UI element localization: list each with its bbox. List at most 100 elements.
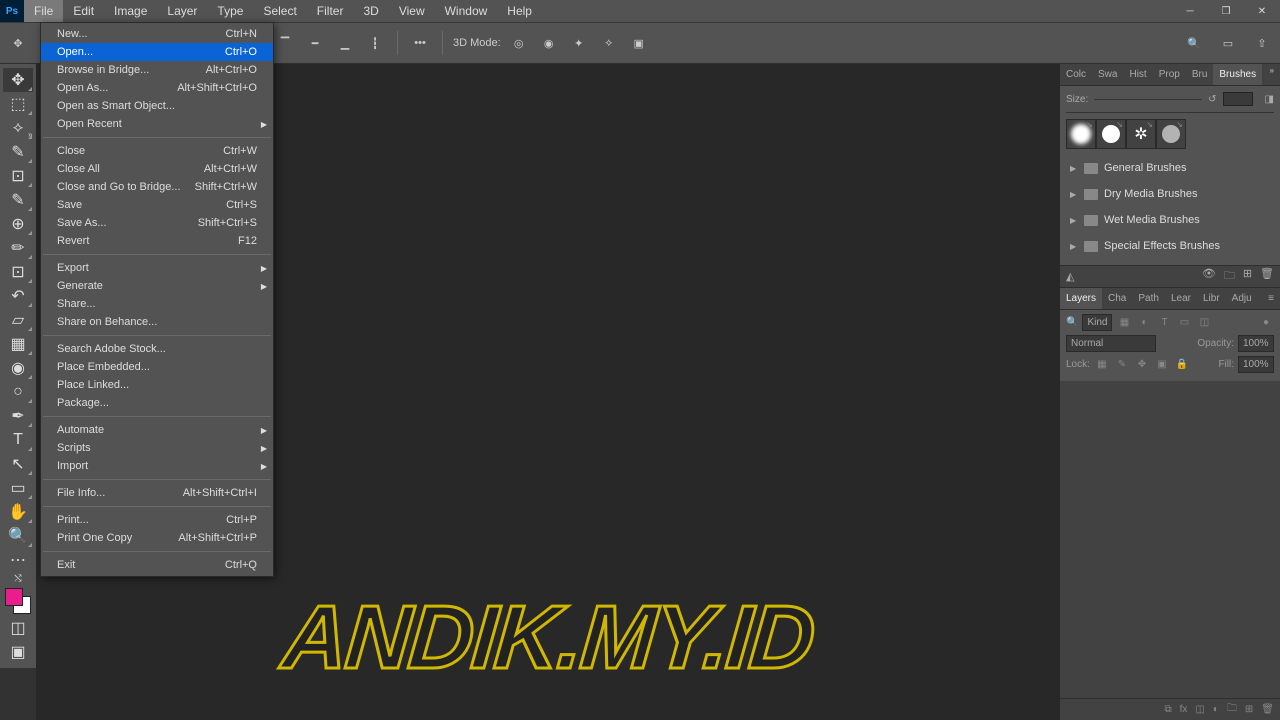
tab-colc[interactable]: Colc	[1060, 64, 1092, 85]
foreground-color[interactable]	[5, 588, 23, 606]
layer-style-icon[interactable]: fx	[1180, 704, 1188, 715]
tab-layers[interactable]: Layers	[1060, 288, 1102, 309]
tab-libr[interactable]: Libr	[1197, 288, 1226, 309]
brush-preset-soft-round[interactable]	[1066, 119, 1096, 149]
distribute-v-icon[interactable]: ┇	[363, 31, 387, 55]
minimize-button[interactable]: ─	[1172, 0, 1208, 22]
menu-item-exit[interactable]: ExitCtrl+Q	[41, 556, 273, 574]
menubar-item-filter[interactable]: Filter	[307, 0, 354, 22]
tab-adju[interactable]: Adju	[1226, 288, 1258, 309]
menu-item-package[interactable]: Package...	[41, 394, 273, 412]
menu-item-file-info[interactable]: File Info...Alt+Shift+Ctrl+I	[41, 484, 273, 502]
panel-menu-icon[interactable]: ≡	[1262, 288, 1280, 309]
live-tip-icon[interactable]: ◨	[1265, 94, 1274, 105]
brush-folder-wet-media-brushes[interactable]: ▶Wet Media Brushes	[1066, 207, 1274, 233]
lock-artboard-icon[interactable]: ▣	[1154, 357, 1170, 373]
3d-camera-icon[interactable]: ▣	[627, 31, 651, 55]
brush-preset-hard-round[interactable]	[1096, 119, 1126, 149]
lock-image-icon[interactable]: ✎	[1114, 357, 1130, 373]
brush-size-input[interactable]	[1223, 92, 1253, 106]
quick-mask-tool[interactable]: ◫	[3, 616, 33, 640]
adjustment-layer-icon[interactable]: ◐	[1213, 704, 1219, 715]
menu-item-export[interactable]: Export▶	[41, 259, 273, 277]
menu-item-revert[interactable]: RevertF12	[41, 232, 273, 250]
type-tool[interactable]: T	[3, 428, 33, 452]
tab-path[interactable]: Path	[1132, 288, 1165, 309]
menu-item-open-as-smart-object[interactable]: Open as Smart Object...	[41, 97, 273, 115]
lock-all-icon[interactable]: 🔒	[1174, 357, 1190, 373]
menu-item-share[interactable]: Share...	[41, 295, 273, 313]
eyedropper-tool[interactable]: ✎	[3, 188, 33, 212]
tab-brushes[interactable]: Brushes	[1213, 64, 1262, 85]
menubar-item-select[interactable]: Select	[253, 0, 306, 22]
rectangular-marquee-tool[interactable]: ⬚	[3, 92, 33, 116]
menubar-item-3d[interactable]: 3D	[353, 0, 388, 22]
tab-cha[interactable]: Cha	[1102, 288, 1132, 309]
menu-item-share-on-behance[interactable]: Share on Behance...	[41, 313, 273, 331]
tab-bru[interactable]: Bru	[1186, 64, 1214, 85]
menu-item-save[interactable]: SaveCtrl+S	[41, 196, 273, 214]
filter-type-icon[interactable]: T	[1156, 315, 1172, 331]
toggle-preview-icon[interactable]: 👁	[1202, 267, 1216, 286]
brush-folder-special-effects-brushes[interactable]: ▶Special Effects Brushes	[1066, 233, 1274, 259]
new-layer-icon[interactable]: ⊞	[1245, 704, 1253, 715]
brush-preview-icon[interactable]: ◭	[1066, 270, 1074, 283]
menu-item-open[interactable]: Open...Ctrl+O	[41, 43, 273, 61]
menu-item-import[interactable]: Import▶	[41, 457, 273, 475]
menu-item-scripts[interactable]: Scripts▶	[41, 439, 273, 457]
quick-selection-tool[interactable]: ✎	[3, 140, 33, 164]
tab-lear[interactable]: Lear	[1165, 288, 1197, 309]
blend-mode-select[interactable]: Normal	[1066, 335, 1156, 352]
tab-prop[interactable]: Prop	[1153, 64, 1186, 85]
flip-icon[interactable]: ↺	[1208, 94, 1216, 105]
history-brush-tool[interactable]: ↶	[3, 284, 33, 308]
new-brush-icon[interactable]: ⊞	[1243, 267, 1252, 286]
filter-toggle-icon[interactable]: ●	[1258, 315, 1274, 331]
more-options-icon[interactable]: •••	[408, 31, 432, 55]
delete-brush-icon[interactable]: 🗑	[1260, 267, 1274, 286]
menubar-item-layer[interactable]: Layer	[157, 0, 207, 22]
menu-item-print-one-copy[interactable]: Print One CopyAlt+Shift+Ctrl+P	[41, 529, 273, 547]
path-selection-tool[interactable]: ↖	[3, 452, 33, 476]
brush-preset-chalk[interactable]	[1156, 119, 1186, 149]
filter-shape-icon[interactable]: ▭	[1176, 315, 1192, 331]
menu-item-save-as[interactable]: Save As...Shift+Ctrl+S	[41, 214, 273, 232]
maximize-button[interactable]: ❐	[1208, 0, 1244, 22]
search-icon[interactable]: 🔍	[1182, 31, 1206, 55]
menubar-item-edit[interactable]: Edit	[63, 0, 104, 22]
close-button[interactable]: ✕	[1244, 0, 1280, 22]
menu-item-open-as[interactable]: Open As...Alt+Shift+Ctrl+O	[41, 79, 273, 97]
menu-item-open-recent[interactable]: Open Recent▶	[41, 115, 273, 133]
lock-position-icon[interactable]: ✥	[1134, 357, 1150, 373]
dodge-tool[interactable]: ○	[3, 380, 33, 404]
move-tool[interactable]: ✥	[3, 68, 33, 92]
tab-hist[interactable]: Hist	[1123, 64, 1152, 85]
delete-layer-icon[interactable]: 🗑	[1261, 704, 1274, 715]
3d-roll-icon[interactable]: ◉	[537, 31, 561, 55]
lasso-tool[interactable]: ⟡	[3, 116, 33, 140]
align-bottom-icon[interactable]: ▁	[333, 31, 357, 55]
3d-slide-icon[interactable]: ⟡	[597, 31, 621, 55]
menu-item-generate[interactable]: Generate▶	[41, 277, 273, 295]
align-top-icon[interactable]: ▔	[273, 31, 297, 55]
menu-item-new[interactable]: New...Ctrl+N	[41, 25, 273, 43]
3d-orbit-icon[interactable]: ◎	[507, 31, 531, 55]
menubar-item-file[interactable]: File	[24, 0, 63, 22]
menu-item-automate[interactable]: Automate▶	[41, 421, 273, 439]
foreground-background-colors[interactable]	[3, 586, 33, 616]
gradient-tool[interactable]: ▦	[3, 332, 33, 356]
filter-smart-icon[interactable]: ◫	[1196, 315, 1212, 331]
menubar-item-window[interactable]: Window	[435, 0, 498, 22]
crop-tool[interactable]: ⊡	[3, 164, 33, 188]
move-tool-active-icon[interactable]: ✥	[6, 31, 30, 55]
share-icon[interactable]: ⇧	[1250, 31, 1274, 55]
menu-item-close-and-go-to-bridge[interactable]: Close and Go to Bridge...Shift+Ctrl+W	[41, 178, 273, 196]
menu-item-place-embedded[interactable]: Place Embedded...	[41, 358, 273, 376]
menubar-item-image[interactable]: Image	[104, 0, 157, 22]
tab-swa[interactable]: Swa	[1092, 64, 1123, 85]
healing-brush-tool[interactable]: ⊕	[3, 212, 33, 236]
colors-swap-icon[interactable]: ⤭	[3, 572, 33, 584]
eraser-tool[interactable]: ▱	[3, 308, 33, 332]
brush-tool[interactable]: ✏	[3, 236, 33, 260]
align-middle-icon[interactable]: ━	[303, 31, 327, 55]
